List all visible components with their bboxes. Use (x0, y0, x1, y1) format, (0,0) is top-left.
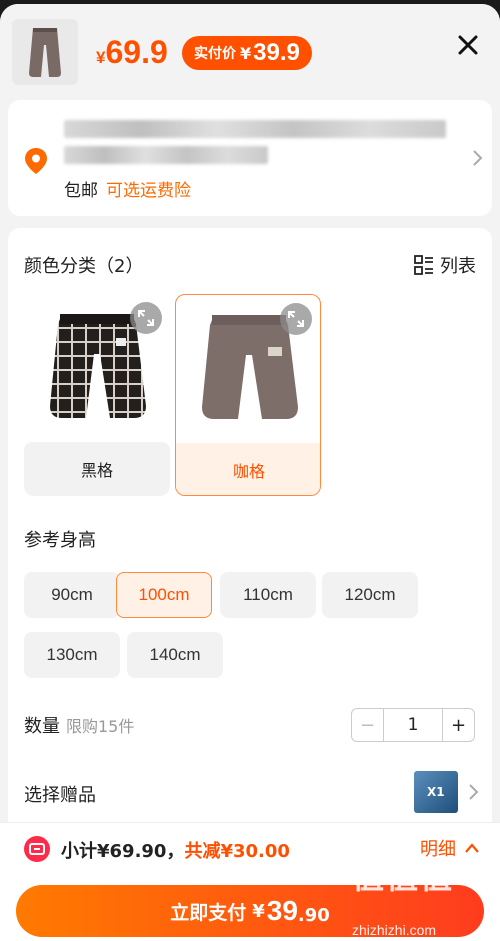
decrease-button[interactable]: − (352, 709, 384, 741)
size-option-140[interactable]: 140cm (127, 632, 223, 678)
coupon-icon (24, 836, 50, 862)
address-card[interactable]: 包邮 可选运费险 (8, 100, 492, 216)
size-option-100[interactable]: 100cm (116, 572, 212, 618)
size-section-title: 参考身高 (24, 530, 96, 551)
quantity-label: 数量 限购15件 (24, 716, 135, 737)
sku-header: ¥69.9 实付价 ¥ 39.9 (0, 4, 500, 100)
blurred-address-line2 (64, 146, 268, 164)
list-grid-icon (414, 255, 433, 275)
chevron-right-icon[interactable] (467, 783, 479, 801)
list-view-label: 列表 (440, 256, 476, 277)
color-option-black-plaid[interactable]: 黑格 (24, 294, 170, 496)
location-pin-icon (25, 148, 47, 174)
sku-sheet: ¥69.9 实付价 ¥ 39.9 包邮 可选运费险 颜色分类（2） 列表 黑格 … (0, 4, 500, 941)
free-shipping-text: 包邮 (64, 181, 98, 201)
sku-options-card: 颜色分类（2） 列表 黑格 咖格 参考身高 90cm 100cm 110cm 1… (8, 228, 492, 828)
list-view-toggle[interactable]: 列表 (414, 252, 476, 278)
quantity-value[interactable]: 1 (384, 709, 442, 741)
discount-text: 共减¥30.00 (184, 841, 290, 862)
subtotal-text: 小计¥69.90，共减¥30.00 (61, 841, 290, 862)
color-option-label: 黑格 (24, 442, 170, 496)
gift-thumbnail[interactable]: X1 (414, 771, 458, 813)
expand-image-icon[interactable] (280, 303, 312, 335)
product-thumbnail[interactable] (12, 19, 78, 85)
original-price: ¥69.9 (96, 34, 168, 70)
expand-image-icon[interactable] (130, 302, 162, 334)
color-option-brown-plaid[interactable]: 咖格 (175, 294, 321, 496)
real-price-badge: 实付价 ¥ 39.9 (182, 36, 312, 70)
watermark-url: zhizhizhi.com (352, 922, 437, 938)
shipping-info: 包邮 可选运费险 (64, 176, 191, 201)
color-option-label: 咖格 (176, 443, 320, 495)
color-section-title: 颜色分类（2） (24, 256, 144, 277)
quantity-stepper[interactable]: − 1 + (351, 708, 475, 742)
purchase-limit: 限购15件 (66, 717, 135, 736)
watermark-logo: 值值值 (352, 858, 455, 896)
shipping-insurance-link[interactable]: 可选运费险 (106, 181, 191, 201)
blurred-address-line1 (64, 120, 446, 138)
chevron-up-icon (465, 843, 479, 853)
size-option-120[interactable]: 120cm (322, 572, 418, 618)
gift-count: X1 (427, 785, 445, 799)
chevron-right-icon (473, 150, 483, 166)
close-icon[interactable] (455, 32, 481, 58)
size-option-130[interactable]: 130cm (24, 632, 120, 678)
select-gift-label[interactable]: 选择赠品 (24, 781, 96, 807)
size-option-90[interactable]: 90cm (24, 572, 120, 618)
increase-button[interactable]: + (442, 709, 474, 741)
size-option-110[interactable]: 110cm (220, 572, 316, 618)
